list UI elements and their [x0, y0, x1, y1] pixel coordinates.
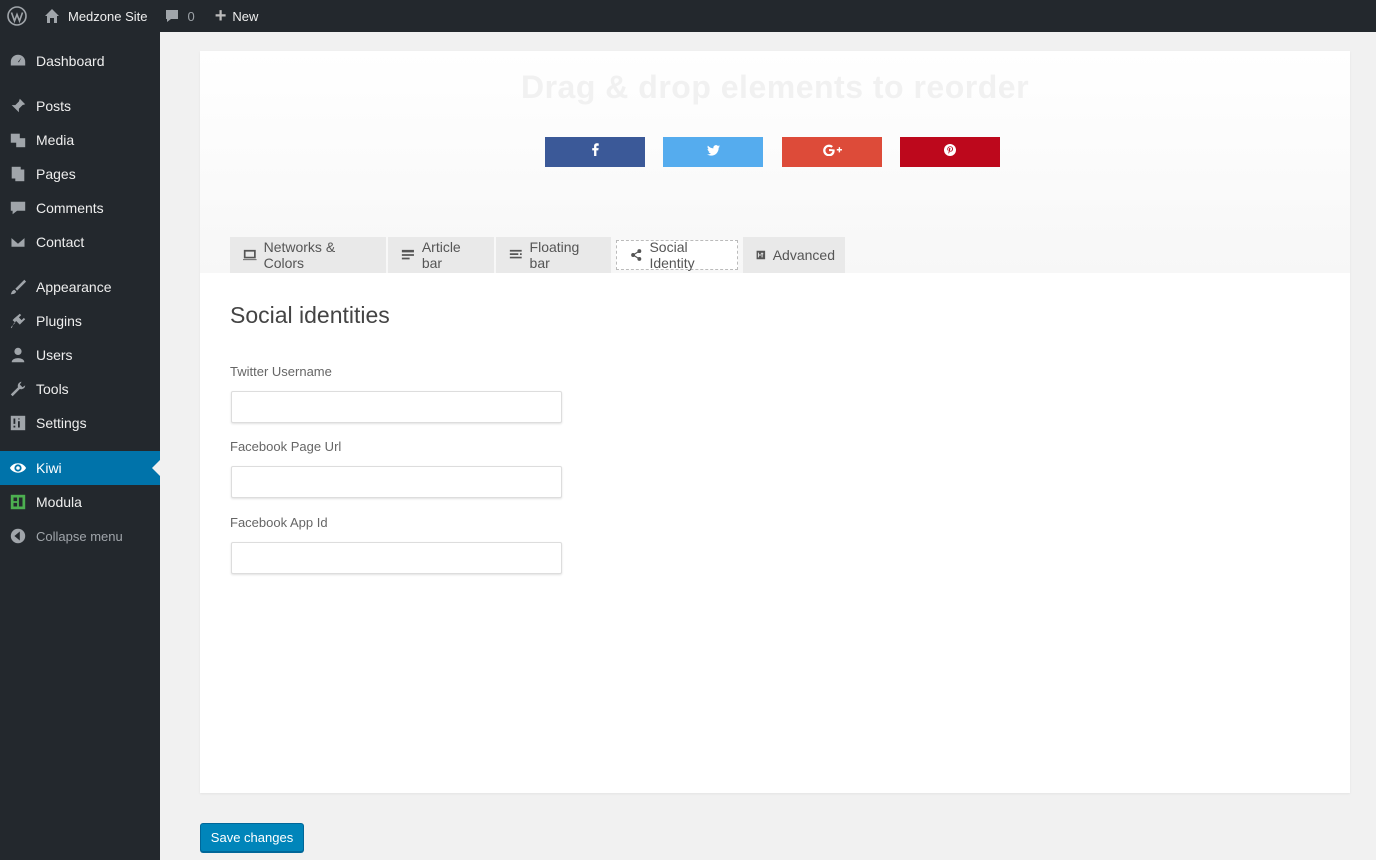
- monitor-icon: [243, 249, 257, 261]
- sidebar-item-users[interactable]: Users: [0, 338, 160, 372]
- comment-bubble-icon: [165, 10, 178, 22]
- tab-social-identity[interactable]: Social Identity: [616, 239, 738, 271]
- site-name-link[interactable]: Medzone Site: [44, 0, 148, 32]
- sidebar-item-label: Pages: [36, 166, 76, 182]
- pin-icon: [0, 97, 36, 115]
- article-bar-icon: [401, 249, 414, 260]
- section-title: Social identities: [230, 302, 390, 328]
- sidebar-item-label: Kiwi: [36, 460, 62, 476]
- sidebar-item-tools[interactable]: Tools: [0, 372, 160, 406]
- dashboard-icon: [0, 52, 36, 70]
- sliders-icon: [0, 414, 36, 432]
- facebook-share-button[interactable]: [545, 137, 645, 167]
- save-changes-button[interactable]: Save changes: [200, 823, 304, 852]
- facebook-page-url-input[interactable]: [231, 466, 562, 498]
- sidebar-item-media[interactable]: Media: [0, 123, 160, 157]
- pinterest-share-button[interactable]: [900, 137, 1000, 167]
- tab-label: Networks & Colors: [263, 239, 336, 271]
- sidebar-item-modula[interactable]: Modula: [0, 485, 160, 519]
- home-icon: [45, 9, 59, 23]
- admin-sidebar: Dashboard Posts Media Pages Comments Con…: [0, 32, 160, 860]
- comment-icon: [0, 199, 36, 217]
- sidebar-item-plugins[interactable]: Plugins: [0, 304, 160, 338]
- plus-icon: +: [214, 5, 227, 27]
- sidebar-item-contact[interactable]: Contact: [0, 225, 160, 259]
- sidebar-item-label: Collapse menu: [36, 528, 123, 544]
- collapse-menu-button[interactable]: Collapse menu: [0, 519, 160, 553]
- kiwi-settings-panel: Drag & drop elements to reorder Networks…: [200, 51, 1350, 793]
- share-icon: [631, 249, 642, 261]
- site-name: Medzone Site: [68, 8, 148, 24]
- sidebar-item-label: Tools: [36, 381, 69, 397]
- new-content-link[interactable]: + New: [215, 0, 259, 32]
- sidebar-item-label: Media: [36, 132, 75, 148]
- media-icon: [0, 131, 36, 149]
- google-plus-icon: [822, 143, 842, 161]
- facebook-page-url-label: Facebook Page Url: [230, 439, 342, 454]
- tab-advanced[interactable]: Advanced: [743, 237, 845, 273]
- sidebar-item-appearance[interactable]: Appearance: [0, 270, 160, 304]
- user-icon: [0, 346, 36, 364]
- pages-icon: [0, 165, 36, 183]
- plug-icon: [0, 312, 36, 330]
- twitter-share-button[interactable]: [663, 137, 763, 167]
- sidebar-item-posts[interactable]: Posts: [0, 89, 160, 123]
- sidebar-item-settings[interactable]: Settings: [0, 406, 160, 440]
- wrench-icon: [0, 380, 36, 398]
- sidebar-item-kiwi[interactable]: Kiwi: [0, 451, 160, 485]
- twitter-username-label: Twitter Username: [230, 364, 332, 379]
- tab-article-bar[interactable]: Article bar: [388, 237, 494, 273]
- collapse-icon: [0, 527, 36, 545]
- sidebar-item-label: Posts: [36, 98, 72, 114]
- pinterest-icon: [944, 143, 956, 161]
- sidebar-item-label: Modula: [36, 494, 82, 510]
- envelope-icon: [0, 233, 36, 251]
- sidebar-item-label: Appearance: [36, 279, 112, 295]
- sidebar-item-label: Users: [36, 347, 73, 363]
- twitter-username-input[interactable]: [231, 391, 562, 423]
- tab-label: Article bar: [421, 239, 461, 271]
- sidebar-item-dashboard[interactable]: Dashboard: [0, 44, 160, 78]
- preview-title: Drag & drop elements to reorder: [520, 69, 1030, 105]
- google-plus-share-button[interactable]: [782, 137, 882, 167]
- brush-icon: [0, 278, 36, 296]
- sidebar-item-comments[interactable]: Comments: [0, 191, 160, 225]
- tab-label: Advanced: [772, 247, 835, 263]
- sidebar-item-label: Dashboard: [36, 53, 105, 69]
- facebook-app-id-label: Facebook App Id: [230, 515, 328, 530]
- comments-count: 0: [187, 8, 195, 24]
- sidebar-item-label: Settings: [36, 415, 87, 431]
- facebook-app-id-input[interactable]: [231, 542, 562, 574]
- advanced-icon: [756, 250, 766, 260]
- tab-label: Social Identity: [649, 239, 695, 271]
- tab-floating-bar[interactable]: Floating bar: [496, 237, 611, 273]
- facebook-icon: [589, 143, 601, 161]
- sidebar-item-label: Plugins: [36, 313, 82, 329]
- wordpress-logo-icon[interactable]: [0, 0, 34, 32]
- new-label: New: [232, 8, 259, 24]
- sidebar-item-pages[interactable]: Pages: [0, 157, 160, 191]
- floating-bar-icon: [509, 249, 522, 259]
- comments-link[interactable]: 0: [164, 0, 195, 32]
- admin-bar: Medzone Site 0 + New: [0, 0, 1376, 32]
- tab-networks-colors[interactable]: Networks & Colors: [230, 237, 386, 273]
- twitter-icon: [706, 143, 720, 161]
- kiwi-icon: [0, 459, 36, 477]
- sidebar-item-label: Comments: [36, 200, 104, 216]
- sidebar-item-label: Contact: [36, 234, 85, 250]
- modula-icon: [0, 493, 36, 511]
- tab-label: Floating bar: [529, 239, 580, 271]
